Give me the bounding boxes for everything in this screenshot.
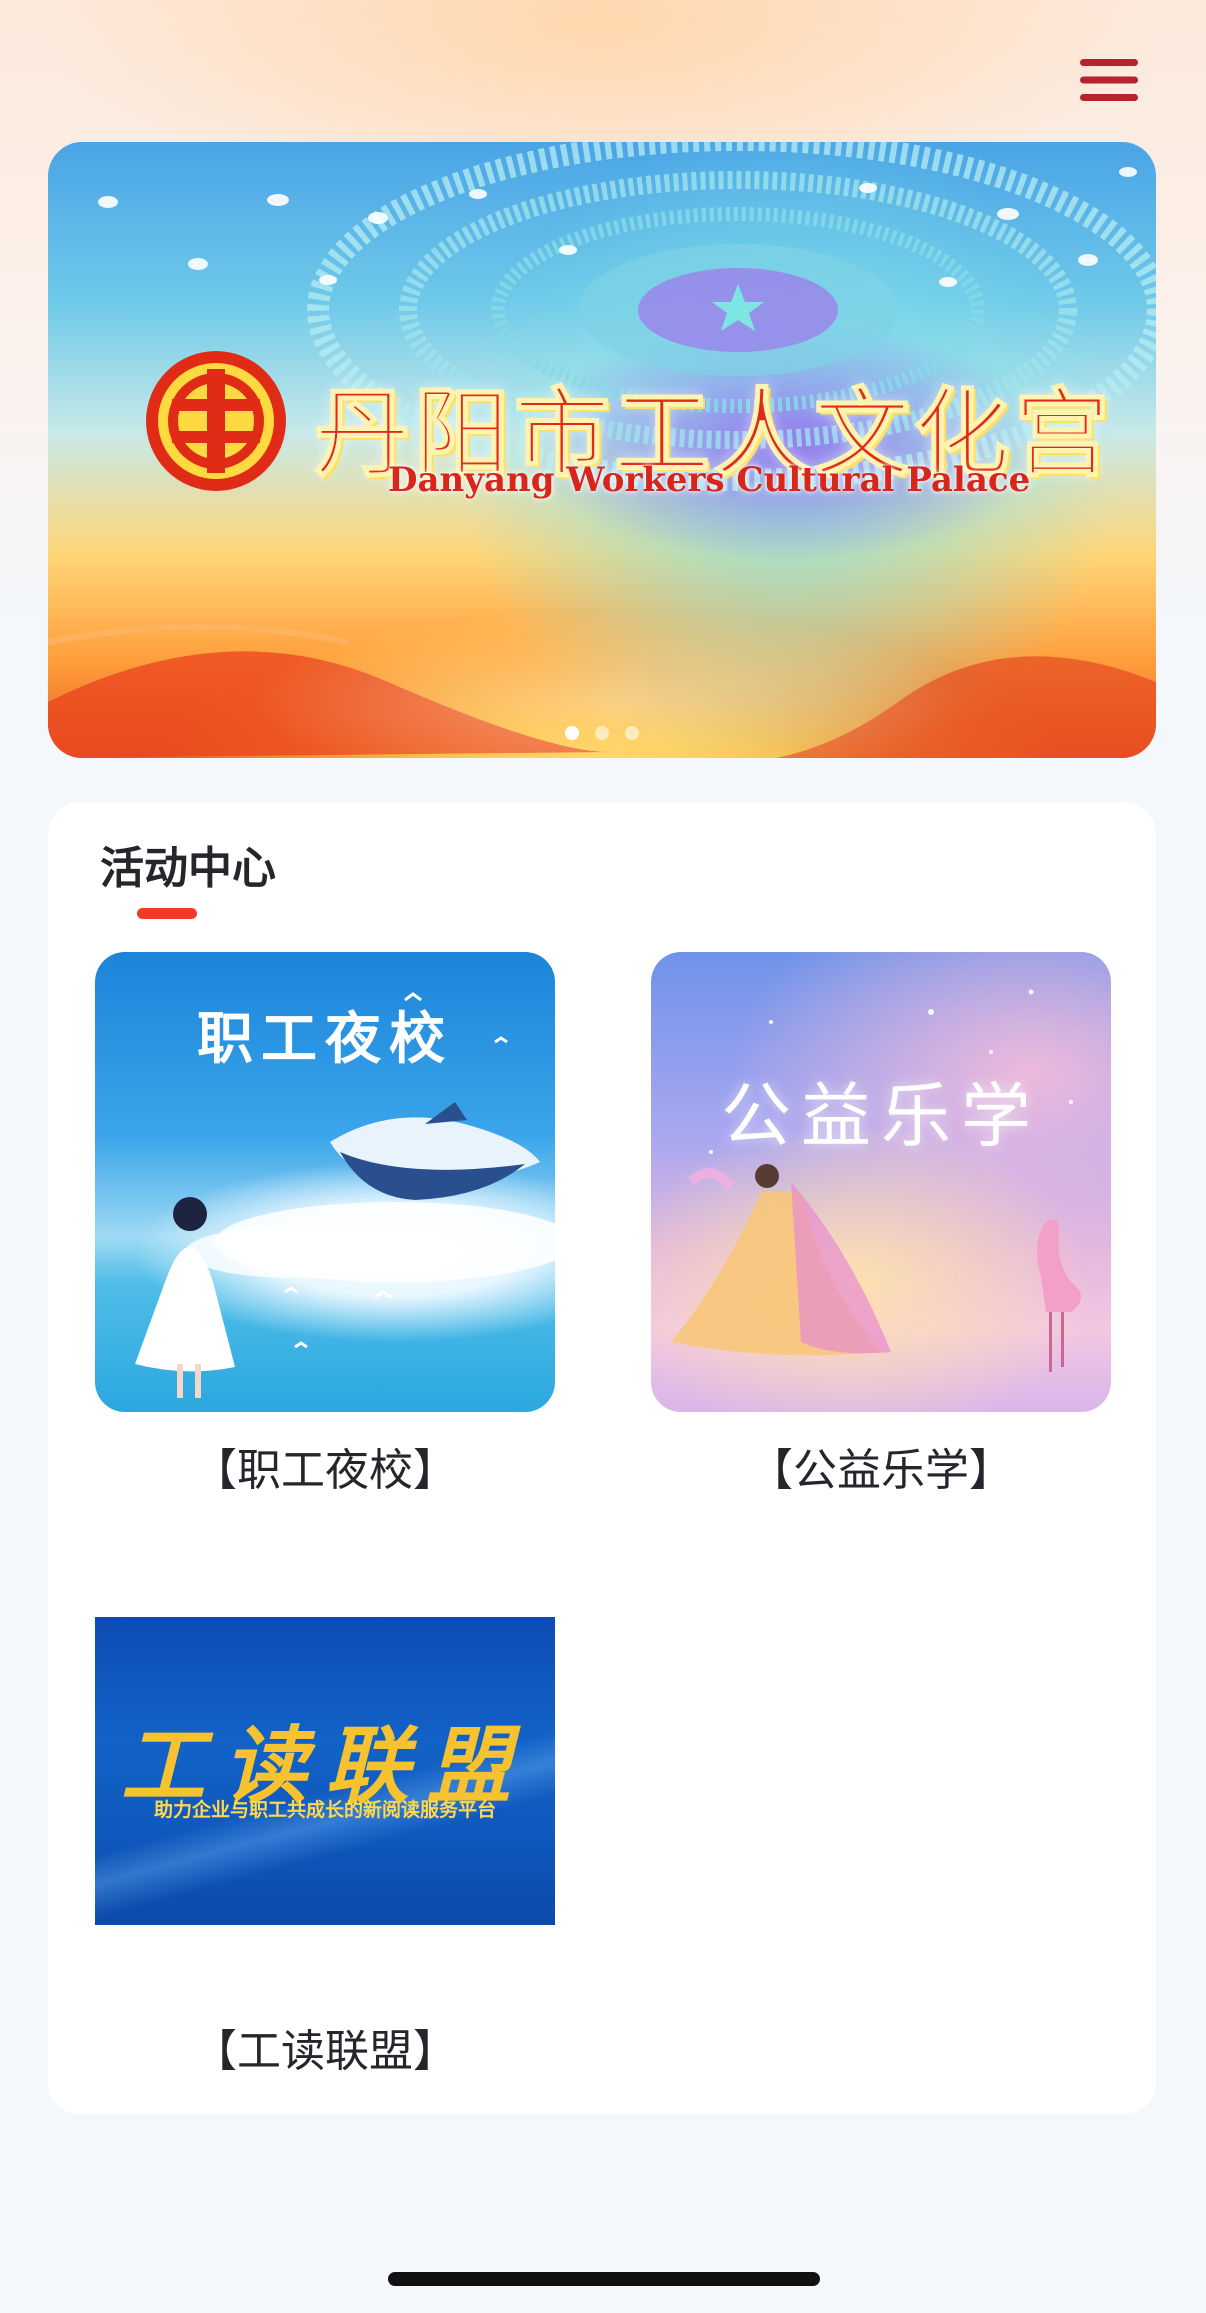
home-indicator[interactable]	[388, 2272, 820, 2286]
banner-subtitle: Danyang Workers Cultural Palace	[388, 460, 1031, 500]
union-emblem-icon	[146, 351, 286, 491]
banner-carousel[interactable]: 丹阳市工人文化宫 Danyang Workers Cultural Palace	[48, 142, 1156, 758]
section-title-underline	[137, 908, 197, 919]
carousel-indicator	[48, 726, 1156, 740]
activity-center-panel: 活动中心 职工夜校 【职工夜校】 公益乐学 【公益乐学】 工读联盟 助力企业与职…	[48, 802, 1156, 2114]
night-school-caption[interactable]: 【职工夜校】	[95, 1434, 555, 1498]
carousel-dot[interactable]	[625, 726, 639, 740]
hamburger-menu-icon	[1080, 59, 1138, 101]
night-school-image-text: 职工夜校	[197, 1006, 453, 1072]
section-title: 活动中心	[100, 843, 276, 894]
reading-league-caption[interactable]: 【工读联盟】	[95, 2015, 555, 2079]
charity-learning-illustration	[671, 989, 1081, 1372]
charity-learning-image-text: 公益乐学	[721, 1075, 1041, 1157]
carousel-dot[interactable]	[595, 726, 609, 740]
charity-learning-caption[interactable]: 【公益乐学】	[651, 1434, 1111, 1498]
reading-league-image[interactable]: 工读联盟 助力企业与职工共成长的新阅读服务平台	[95, 1617, 555, 1925]
charity-learning-image[interactable]: 公益乐学	[651, 952, 1111, 1412]
carousel-dot-active[interactable]	[565, 726, 579, 740]
night-school-image[interactable]: 职工夜校	[95, 952, 555, 1412]
menu-button[interactable]	[1070, 50, 1148, 110]
reading-league-image-subtitle: 助力企业与职工共成长的新阅读服务平台	[153, 1799, 496, 1821]
